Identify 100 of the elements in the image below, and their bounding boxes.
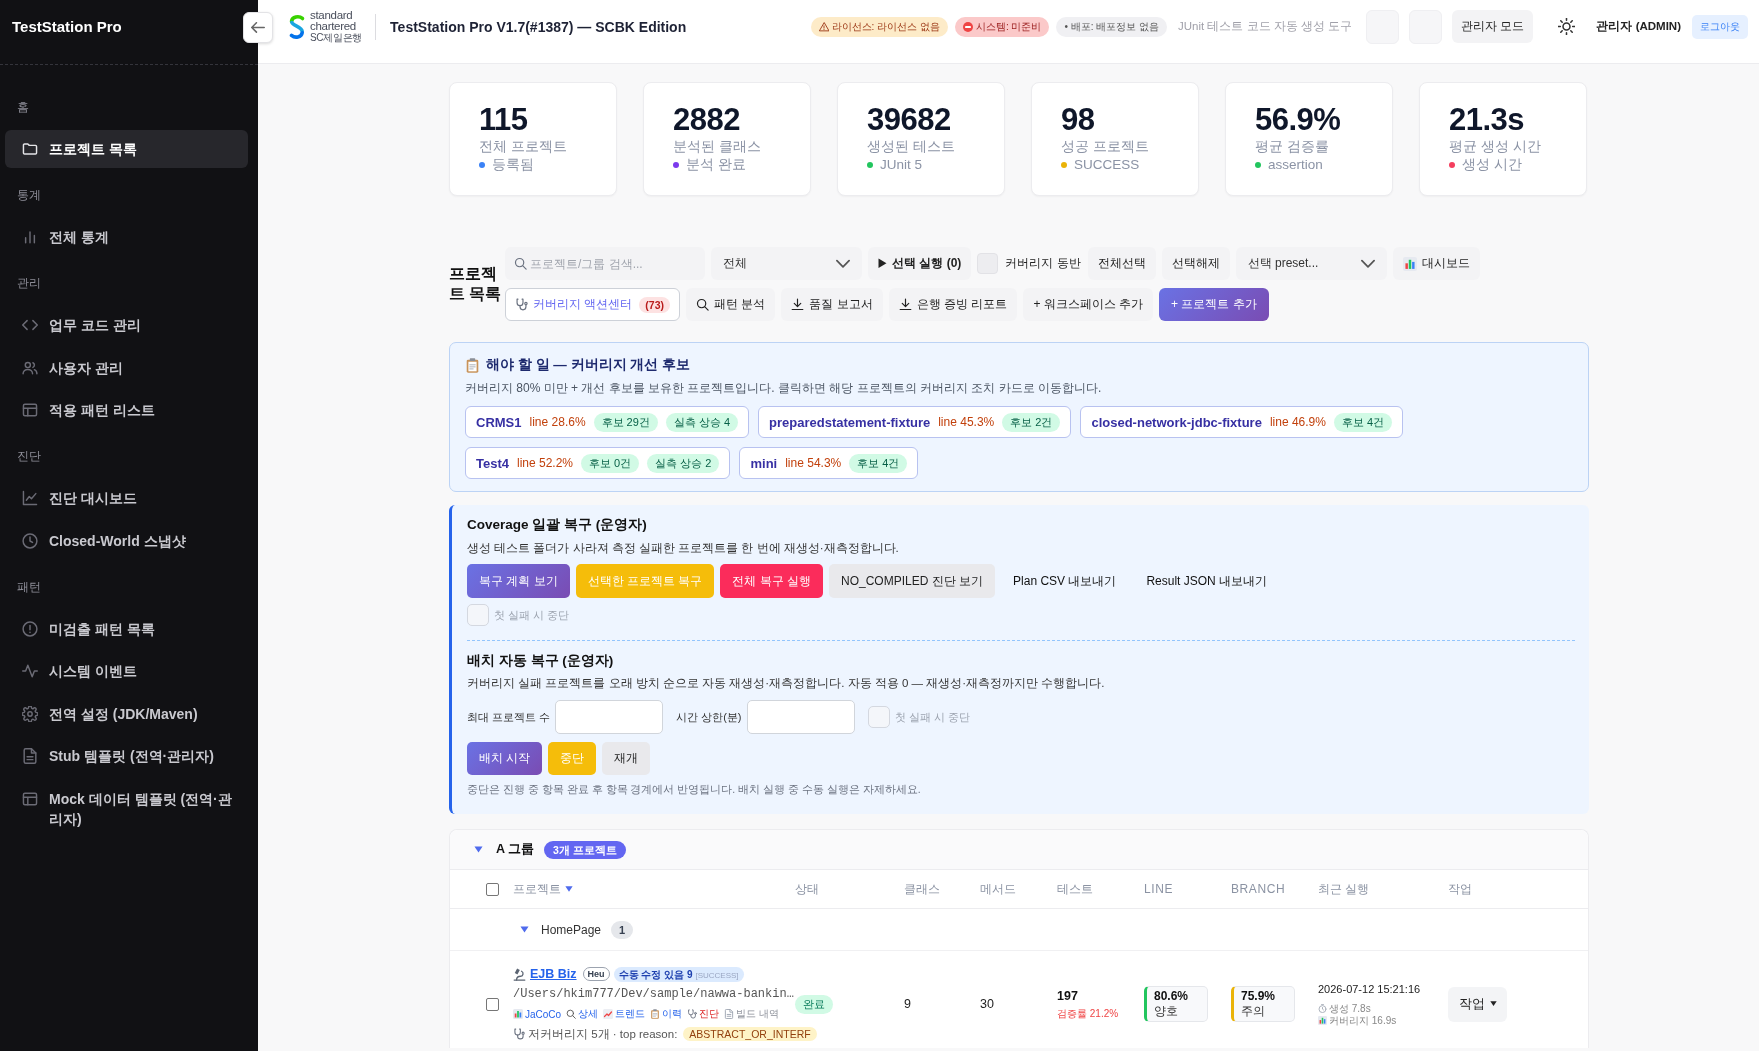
- admin-mode-button[interactable]: 관리자 모드: [1452, 10, 1534, 43]
- row-link[interactable]: 진단: [687, 1007, 720, 1021]
- recovery-button[interactable]: 전체 복구 실행: [720, 564, 823, 598]
- toolbar-button[interactable]: + 프로젝트 추가: [1159, 288, 1269, 321]
- dashboard-button[interactable]: 대시보드: [1392, 247, 1480, 280]
- checkbox[interactable]: [486, 997, 499, 1011]
- row-link[interactable]: 이력: [650, 1007, 683, 1021]
- microscope-icon: [513, 967, 526, 981]
- nav-item[interactable]: 진단 대시보드: [5, 479, 248, 517]
- candidate-tag: 실측 상승 2: [647, 453, 720, 473]
- document-icon: [724, 1009, 735, 1019]
- candidate-tag: 후보 2건: [1002, 412, 1061, 432]
- triangle-down-icon[interactable]: [520, 926, 529, 933]
- column-header: LINE: [1144, 882, 1174, 896]
- stat-note: 분석 완료: [686, 156, 746, 174]
- candidate-chip[interactable]: preparedstatement-fixture line 45.3% 후보 2건: [758, 406, 1072, 438]
- toolbar-button[interactable]: + 워크스페이스 추가: [1023, 288, 1154, 321]
- warning-icon: [818, 21, 829, 32]
- stopwatch-icon: [1318, 1004, 1327, 1013]
- toolbar-button[interactable]: 은행 증빙 리포트: [888, 288, 1018, 321]
- candidate-tag: 실측 상승 4: [665, 412, 739, 432]
- stat-value: 56.9%: [1255, 102, 1342, 138]
- stat-note: 등록됨: [492, 156, 534, 174]
- no-entry-icon: [962, 21, 973, 32]
- panel-title: Coverage 일괄 복구 (운영자): [467, 516, 648, 534]
- section-heading: 홈: [16, 100, 30, 115]
- row-link[interactable]: 빌드 내역: [724, 1007, 779, 1021]
- run-selected-button[interactable]: 선택 실행 (0): [868, 247, 972, 280]
- deselect-all-button[interactable]: 선택해제: [1161, 247, 1230, 280]
- stethoscope-icon: [515, 298, 528, 311]
- checkbox-label: 첫 실패 시 중단: [894, 709, 970, 725]
- recovery-button[interactable]: NO_COMPILED 진단 보기: [829, 564, 996, 598]
- bar-chart-icon: [22, 229, 38, 245]
- row-link[interactable]: 상세: [566, 1007, 599, 1021]
- checkbox-label: 커버리지 동반: [1005, 255, 1081, 272]
- input-field[interactable]: [746, 700, 855, 734]
- bar-chart-icon: [513, 1009, 523, 1019]
- column-header: 작업: [1448, 880, 1472, 898]
- sort-icon[interactable]: [565, 885, 573, 893]
- candidate-tag: 후보 29건: [593, 412, 658, 432]
- nav-item[interactable]: 사용자 관리: [5, 348, 248, 387]
- count-badge: 3개 프로젝트: [544, 840, 626, 859]
- toolbar-button[interactable]: 패턴 분석: [686, 288, 776, 321]
- nav-item[interactable]: 프로젝트 목록: [5, 130, 248, 168]
- candidate-tag: 후보 0건: [581, 453, 640, 473]
- candidate-chip[interactable]: Test4 line 52.2% 후보 0건 실측 상승 2: [465, 447, 731, 479]
- users-icon: [22, 359, 38, 376]
- column-header: 상태: [795, 880, 819, 898]
- candidate-chip[interactable]: closed-network-jdbc-fixture line 46.9% 후보 4건: [1080, 406, 1404, 438]
- field-label: 최대 프로젝트 수: [467, 709, 551, 725]
- count-badge: 1: [611, 920, 634, 939]
- batch-button[interactable]: 재개: [602, 742, 651, 775]
- stat-label: 분석된 클래스: [673, 138, 762, 156]
- section-heading: 진단: [16, 449, 42, 464]
- clock-icon: [22, 532, 38, 549]
- recovery-button[interactable]: Plan CSV 내보내기: [1001, 564, 1129, 598]
- logo-text: standard chartered SC제일은행: [310, 9, 363, 44]
- column-header: 클래스: [904, 880, 940, 898]
- recovery-button[interactable]: Result JSON 내보내기: [1134, 564, 1280, 598]
- checkbox[interactable]: [486, 882, 499, 896]
- stat-note: JUnit 5: [880, 156, 923, 174]
- panel-description: 커버리지 80% 미만 + 개선 후보를 보유한 프로젝트입니다. 클릭하면 해당 프로젝트의 커버리지 조치 카드로 이동합니다.: [465, 380, 1103, 397]
- column-header: 최근 실행: [1318, 880, 1370, 898]
- panel-title: 배치 자동 복구 (운영자): [467, 652, 615, 670]
- batch-button[interactable]: 배치 시작: [467, 742, 543, 775]
- nav-item[interactable]: 미검출 패턴 목록: [5, 609, 248, 648]
- row-link[interactable]: JaCoCo: [513, 1008, 562, 1020]
- nav-item[interactable]: Closed-World 스냅샷: [5, 521, 248, 560]
- select-all-button[interactable]: 전체선택: [1087, 247, 1156, 280]
- search-field[interactable]: 프로젝트/그룹 검색...: [505, 247, 705, 280]
- nav-item[interactable]: 적용 패턴 리스트: [5, 391, 248, 429]
- theme-toggle-button[interactable]: [1558, 18, 1576, 35]
- bar-chart-icon: [1402, 256, 1417, 271]
- candidate-chip[interactable]: mini line 54.3% 후보 4건: [739, 447, 919, 479]
- back-button[interactable]: [243, 12, 273, 43]
- page-title: TestStation Pro V1.7(#1387) — SCBK Edition: [390, 18, 687, 35]
- preset-dropdown[interactable]: 선택 preset...: [1235, 247, 1387, 280]
- nav-item[interactable]: 업무 코드 관리: [5, 306, 248, 344]
- nav-item[interactable]: 시스템 이벤트: [5, 652, 248, 690]
- triangle-down-icon[interactable]: [474, 846, 483, 853]
- stat-value: 115: [479, 102, 529, 138]
- project-link[interactable]: EJB Biz: [530, 967, 577, 981]
- recovery-button[interactable]: 복구 계획 보기: [467, 564, 570, 598]
- input-field[interactable]: [555, 700, 664, 734]
- nav-item[interactable]: Mock 데이터 템플릿 (전역·관리자): [5, 779, 248, 838]
- bar-chart-icon: [1318, 1016, 1327, 1025]
- search-icon: [566, 1009, 577, 1019]
- method-count: 30: [980, 997, 995, 1011]
- low-coverage-text: 저커버리지 5개 · top reason:: [528, 1026, 678, 1042]
- toolbar-button[interactable]: 커버리지 액션센터 (73): [505, 288, 681, 321]
- toolbar-button[interactable]: 품질 보고서: [781, 288, 883, 321]
- stat-note: 생성 시간: [1462, 156, 1522, 174]
- row-link[interactable]: 트렌드: [603, 1007, 646, 1021]
- download-icon: [791, 298, 805, 311]
- nav-item[interactable]: 전체 통계: [5, 218, 248, 256]
- nav-item[interactable]: Stub 템플릿 (전역·관리자): [5, 737, 248, 775]
- action-menu-button[interactable]: 작업: [1448, 986, 1507, 1022]
- filter-dropdown[interactable]: 전체: [711, 247, 862, 280]
- nav-item[interactable]: 전역 설정 (JDK/Maven): [5, 694, 248, 733]
- candidate-chip[interactable]: CRMS1 line 28.6% 후보 29건 실측 상승 4: [465, 406, 750, 438]
